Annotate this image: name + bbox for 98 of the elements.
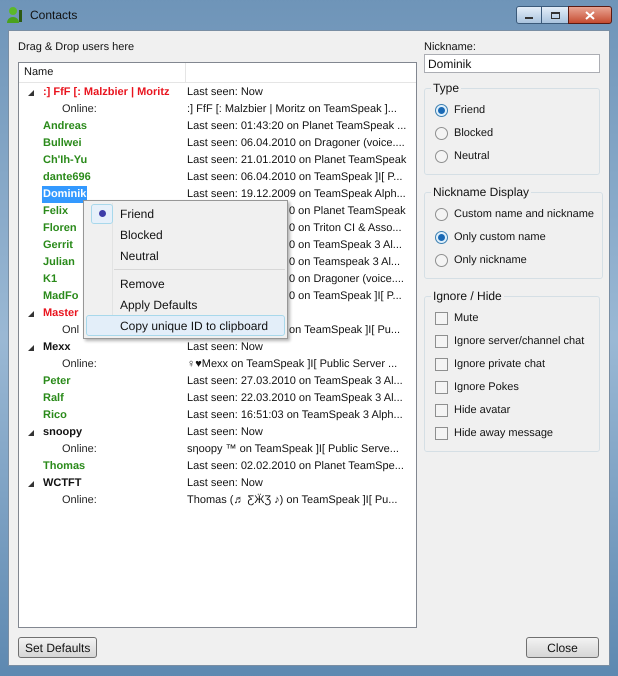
group-title: Nickname Display [432,184,530,201]
expand-arrow-icon[interactable] [28,310,34,316]
window-title: Contacts [30,7,78,24]
last-seen-text: Last seen: 06.04.2010 on TeamSpeak ]I[ P... [187,170,402,186]
drop-label: Drag & Drop users here [18,41,134,53]
menu-item[interactable]: Friend [86,203,285,224]
option-label: Ignore Pokes [454,380,519,396]
checkbox[interactable] [435,404,448,417]
last-seen-text: Last seen: Now [187,340,263,356]
option-label: Hide away message [454,426,554,442]
menu-item[interactable]: Neutral [86,245,285,266]
online-label[interactable]: Online: [62,441,97,458]
last-seen-text: Last seen: Now [187,85,263,100]
contact-name[interactable]: Ralf [42,390,65,407]
last-seen-text: Last seen: 02.02.2010 on Planet TeamSpe... [187,459,404,474]
online-label[interactable]: Online: [62,492,97,509]
last-seen-text: Last seen: Now [187,425,263,440]
online-label[interactable]: Online: [62,101,97,118]
menu-item[interactable]: Remove [86,273,285,294]
option-label: Ignore private chat [454,357,546,372]
expand-arrow-icon[interactable] [28,430,34,436]
checkbox[interactable] [435,381,448,394]
last-seen-text: Last seen: 19.12.2009 on TeamSpeak Alph... [187,187,406,202]
close-icon [585,10,595,20]
group-name[interactable]: :] FfF [: Malzbier | Moritz [42,84,171,101]
last-seen-text: 0 on Teamspeak 3 Al... [289,255,400,270]
radio-button[interactable] [435,231,448,244]
last-seen-text: sηoopy ™ on TeamSpeak ]I[ Public Serve... [187,442,399,458]
menu-item[interactable]: Copy unique ID to clipboard [86,315,285,336]
group-title: Ignore / Hide [432,288,503,305]
contact-name[interactable]: Thomas [42,458,86,475]
contacts-icon [6,6,24,24]
option-label: Blocked [454,126,494,142]
checkbox[interactable] [435,427,448,440]
last-seen-text: Last seen: Now [187,476,263,492]
expand-arrow-icon[interactable] [28,344,34,350]
last-seen-text: 0 on Dragoner (voice.... [289,272,404,288]
contact-name[interactable]: Ch'Ih-Yu [42,152,88,169]
contact-name[interactable]: Julian [42,254,76,271]
maximize-button[interactable] [542,6,568,24]
checkbox[interactable] [435,335,448,348]
contact-name[interactable]: Peter [42,373,72,390]
option-label: Hide avatar [454,403,510,418]
menu-item[interactable]: Blocked [86,224,285,245]
option-label: Friend [454,103,486,118]
contact-name[interactable]: MadFo [42,288,80,305]
contact-name[interactable]: Floren [42,220,78,237]
online-label[interactable]: Online: [62,356,97,373]
contact-name[interactable]: Felix [42,203,70,220]
last-seen-text: Thomas (♬ ƸӜƷ ♪) on TeamSpeak ]I[ Pu... [187,492,398,508]
last-seen-text: 0 on TeamSpeak 3 Al... [289,238,402,254]
option-label: Mute [454,311,478,326]
contact-name[interactable]: Andreas [42,118,88,135]
group-name[interactable]: Mexx [42,339,72,356]
last-seen-text: ♀♥Mexx on TeamSpeak ]I[ Public Server ... [187,357,398,372]
expand-arrow-icon[interactable] [28,480,34,486]
group-name[interactable]: snoopy [42,424,84,441]
checkbox[interactable] [435,358,448,371]
contact-name[interactable]: Bullwei [42,135,83,152]
set-defaults-button[interactable]: Set Defaults [18,637,98,658]
last-seen-text: 0 on TeamSpeak ]I[ P... [289,289,402,304]
group-name[interactable]: Master [42,305,80,322]
last-seen-text: Last seen: 06.04.2010 on Dragoner (voice.... [187,136,405,152]
last-seen-text: 0 on Planet TeamSpeak [289,204,406,220]
radio-button[interactable] [435,150,448,163]
expand-arrow-icon[interactable] [28,90,34,96]
last-seen-text: :] FfF [: Malzbier | Moritz on TeamSpeak ]... [187,102,397,118]
last-seen-text: Last seen: 16:51:03 on TeamSpeak 3 Alph... [187,408,403,424]
option-label: Custom name and nickname [454,207,594,222]
minimize-button[interactable] [516,6,542,24]
contact-name[interactable]: dante696 [42,169,92,186]
option-label: Only custom name [454,230,546,246]
online-label[interactable]: Onl [62,322,80,339]
last-seen-text: on TeamSpeak ]I[ Pu... [289,323,400,338]
contact-name[interactable]: Rico [42,407,68,424]
option-label: Ignore server/channel chat [454,334,584,350]
radio-button[interactable] [435,104,448,117]
last-seen-text: 0 on Triton CI & Asso... [289,221,402,236]
column-header[interactable]: Name [19,63,186,82]
radio-button[interactable] [435,127,448,140]
option-label: Neutral [454,149,490,164]
last-seen-text: Last seen: 01:43:20 on Planet TeamSpeak ... [187,119,406,134]
radio-button[interactable] [435,208,448,221]
contact-name[interactable]: K1 [42,271,58,288]
checkbox[interactable] [435,312,448,325]
nickname-label: Nickname: [424,41,476,53]
last-seen-text: Last seen: 21.01.2010 on Planet TeamSpeak [187,153,406,168]
radio-button[interactable] [435,254,448,267]
close-dialog-button[interactable]: Close [526,637,599,658]
group-title: Type [432,80,460,97]
menu-item[interactable]: Apply Defaults [86,294,285,315]
last-seen-text: Last seen: 27.03.2010 on TeamSpeak 3 Al... [187,374,403,390]
close-button[interactable] [568,6,612,24]
option-label: Only nickname [454,253,527,268]
nickname-field[interactable]: Dominik [424,54,600,73]
contact-name[interactable]: Gerrit [42,237,74,254]
last-seen-text: Last seen: 22.03.2010 on TeamSpeak 3 Al... [187,391,403,406]
group-name[interactable]: WCTFT [42,475,82,492]
